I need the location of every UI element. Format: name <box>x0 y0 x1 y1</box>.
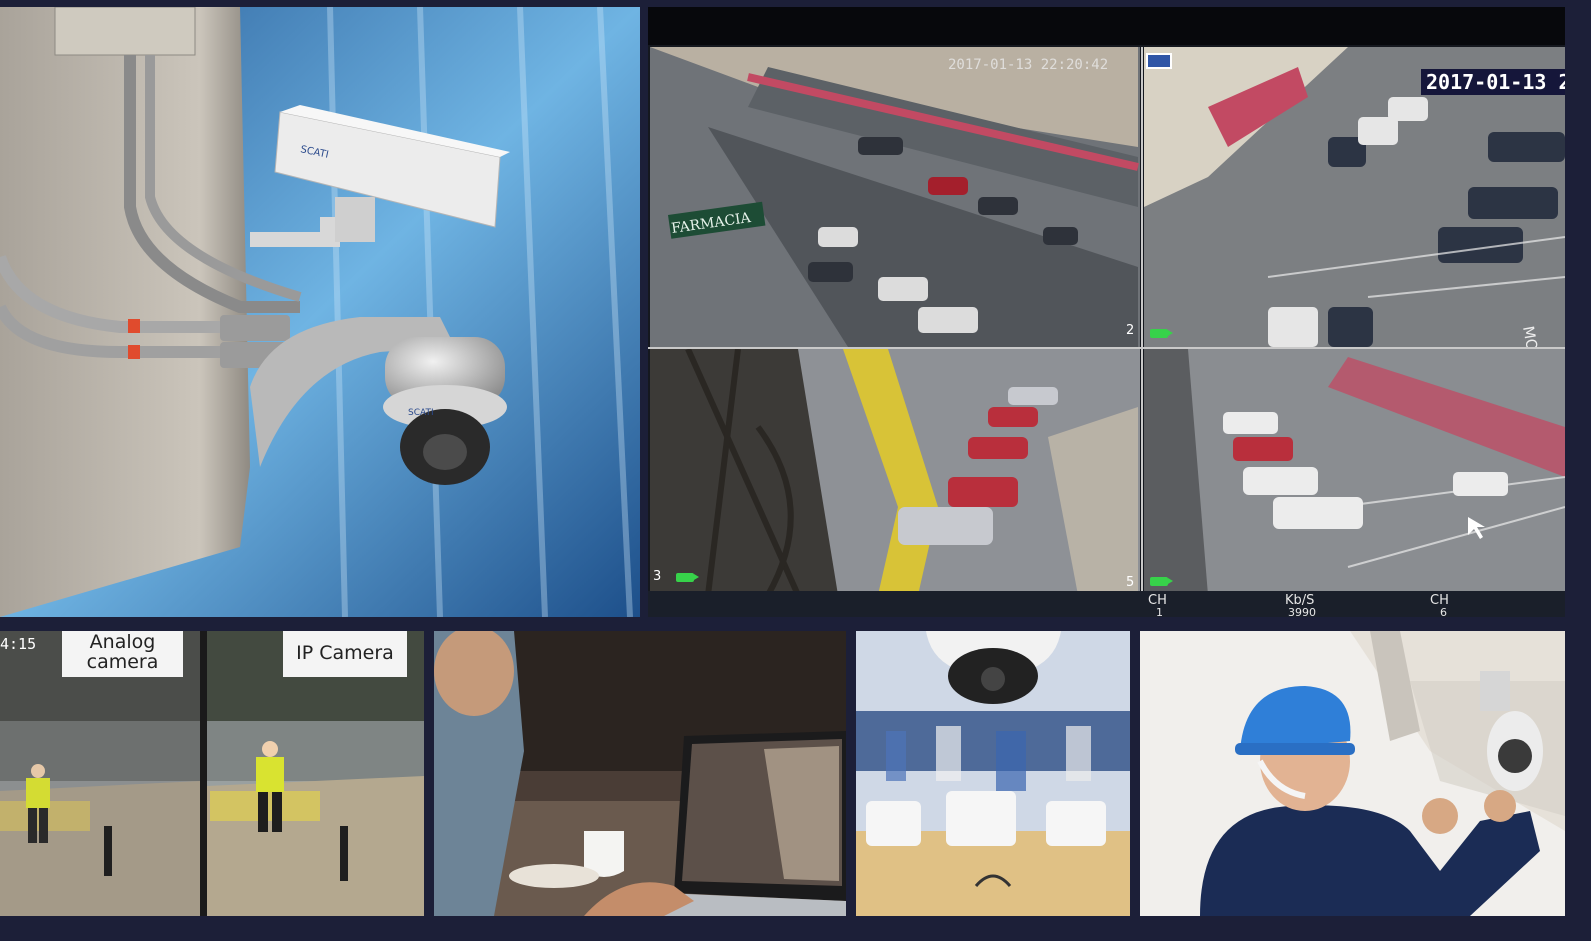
dvr-monitor: FARMACIA MOTO 2017-01-13 22:20:42 2017-0… <box>648 7 1565 617</box>
dvr-status-bar: CH 1 Kb/S 3990 CH 6 <box>648 591 1565 617</box>
ip-camera-label: IP Camera <box>283 631 407 677</box>
photo-laptop-monitoring <box>434 631 846 916</box>
camera-status-icon <box>676 573 699 582</box>
status-ch2-value: 6 <box>1440 606 1447 617</box>
channel-2-label: 2 <box>1126 323 1135 338</box>
channel-5-label: 5 <box>1126 575 1135 590</box>
ch1-timestamp: 2017-01-13 22:20:42 <box>948 57 1109 73</box>
photo-wall-cameras: SCATI SCATI <box>0 7 640 617</box>
status-ch-value: 1 <box>1156 606 1163 617</box>
dome-brand-text: SCATI <box>408 408 434 418</box>
monitor-icon <box>1146 53 1172 69</box>
analog-camera-label: Analog camera <box>62 631 183 677</box>
dvr-feeds-illustration: FARMACIA MOTO <box>648 7 1565 597</box>
technician-illustration <box>1140 631 1565 916</box>
photo-technician-install <box>1140 631 1565 916</box>
analog-vs-ip-comparison: 4:15 Analog camera IP Camera <box>0 631 424 916</box>
camera-status-icon <box>1150 329 1173 338</box>
channel-3-label: 3 <box>653 569 662 584</box>
analog-label-line2: camera <box>86 650 159 673</box>
clock-readout: 4:15 <box>0 635 37 653</box>
photo-dome-camera-store <box>856 631 1130 916</box>
store-scene-illustration <box>856 631 1130 916</box>
wall-cameras-illustration: SCATI SCATI <box>0 7 640 617</box>
status-kbs-value: 3990 <box>1288 606 1316 617</box>
analog-label-line1: Analog <box>89 631 156 653</box>
dvr-timestamp: 2017-01-13 2 <box>1421 69 1565 95</box>
laptop-scene-illustration <box>434 631 846 916</box>
camera-status-icon <box>1150 577 1173 586</box>
